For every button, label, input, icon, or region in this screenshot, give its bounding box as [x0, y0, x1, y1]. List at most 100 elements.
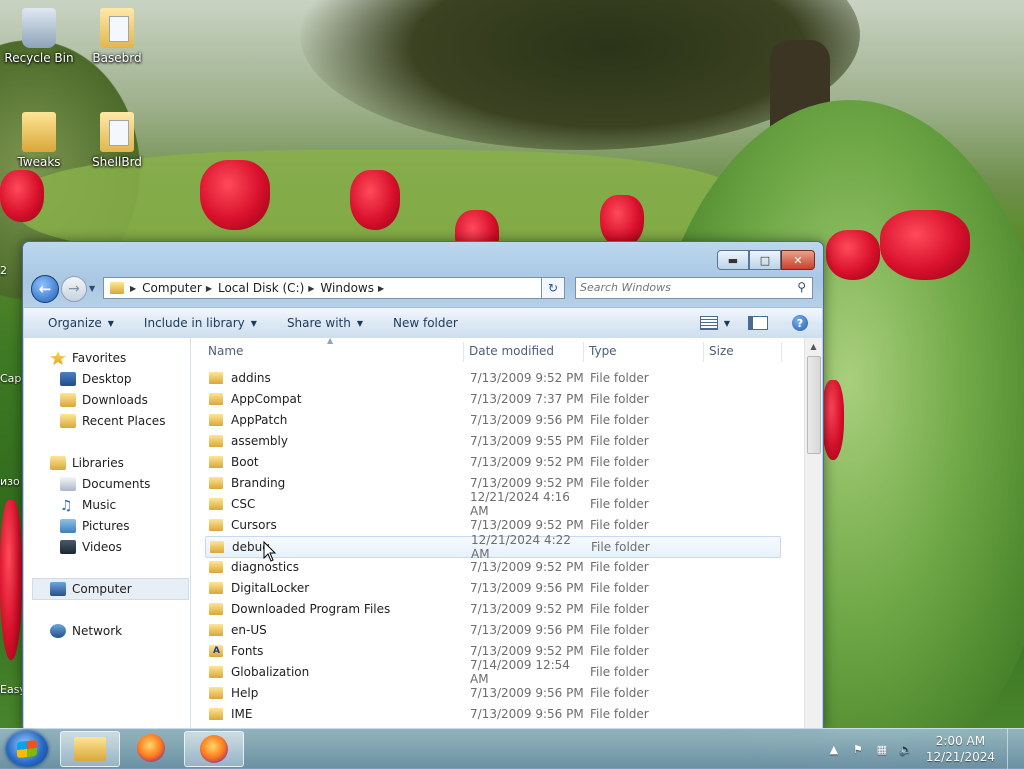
file-row-boot[interactable]: Boot 7/13/2009 9:52 PM File folder: [205, 452, 779, 472]
file-row-diagnostics[interactable]: diagnostics 7/13/2009 9:52 PM File folder: [205, 557, 779, 577]
chevron-right-icon[interactable]: ▶: [130, 284, 136, 293]
file-name: Branding: [231, 476, 286, 490]
volume-muted-icon[interactable]: 🔈: [899, 742, 913, 756]
nav-music[interactable]: ♫ Music: [60, 495, 116, 515]
desktop-icon-recycle-bin[interactable]: Recycle Bin: [4, 8, 74, 65]
include-in-library-button[interactable]: Include in library ▼: [144, 316, 257, 330]
nav-computer[interactable]: Computer: [50, 579, 132, 599]
file-row-cursors[interactable]: Cursors 7/13/2009 9:52 PM File folder: [205, 515, 779, 535]
file-row-appcompat[interactable]: AppCompat 7/13/2009 7:37 PM File folder: [205, 389, 779, 409]
taskbar-explorer-button[interactable]: [60, 731, 120, 767]
help-icon[interactable]: ?: [792, 315, 808, 331]
desktop-icon-basebrd[interactable]: Basebrd: [82, 8, 152, 65]
file-row-globalization[interactable]: Globalization 7/14/2009 12:54 AM File fold…: [205, 658, 779, 686]
clock[interactable]: 2:00 AM 12/21/2024: [926, 733, 995, 765]
preview-pane-icon[interactable]: [748, 316, 768, 330]
nav-documents[interactable]: Documents: [60, 474, 150, 494]
search-icon[interactable]: ⚲: [797, 280, 806, 294]
vertical-scrollbar[interactable]: ▲: [804, 338, 822, 729]
breadcrumb-windows[interactable]: Windows: [320, 281, 374, 295]
taskbar-firefox-button[interactable]: [184, 731, 244, 767]
address-bar[interactable]: ▶ Computer ▶ Local Disk (C:) ▶ Windows ▶…: [103, 277, 565, 299]
back-button[interactable]: ←: [31, 275, 59, 303]
show-hidden-icons-icon[interactable]: ▲: [827, 742, 841, 756]
file-type: File folder: [590, 455, 649, 469]
close-icon: ✕: [793, 253, 803, 267]
desktop-icon-partial[interactable]: Cap: [0, 372, 22, 385]
column-header-size[interactable]: Size: [709, 338, 734, 364]
file-row-debug[interactable]: debug 12/21/2024 4:22 AM File folder: [205, 533, 781, 561]
file-row-ime[interactable]: IME 7/13/2009 9:56 PM File folder: [205, 704, 779, 724]
file-type: File folder: [590, 581, 649, 595]
desktop-icon-tweaks[interactable]: Tweaks: [4, 112, 74, 169]
folder-icon: [209, 372, 223, 384]
file-row-en-us[interactable]: en-US 7/13/2009 9:56 PM File folder: [205, 620, 779, 640]
file-list: ▲ Name Date modified Type Size addins 7/1…: [191, 336, 822, 729]
folder-icon: [209, 582, 223, 594]
column-header-date-modified[interactable]: Date modified: [469, 338, 554, 364]
column-header-type[interactable]: Type: [589, 338, 617, 364]
nav-desktop[interactable]: Desktop: [60, 369, 132, 389]
file-row-assembly[interactable]: assembly 7/13/2009 9:55 PM File folder: [205, 431, 779, 451]
file-row-csc[interactable]: CSC 12/21/2024 4:16 AM File folder: [205, 490, 779, 518]
column-header-name[interactable]: Name: [208, 338, 243, 364]
nav-recent-places[interactable]: Recent Places: [60, 411, 165, 431]
file-date-modified: 7/13/2009 9:56 PM: [470, 413, 584, 427]
file-row-apppatch[interactable]: AppPatch 7/13/2009 9:56 PM File folder: [205, 410, 779, 430]
file-row-help[interactable]: Help 7/13/2009 9:56 PM File folder: [205, 683, 779, 703]
file-name: en-US: [231, 623, 267, 637]
taskbar-firefox-button[interactable]: [122, 731, 180, 765]
view-options-icon[interactable]: [699, 316, 718, 330]
file-row-digitallocker[interactable]: DigitalLocker 7/13/2009 9:56 PM File folde…: [205, 578, 779, 598]
nav-favorites[interactable]: Favorites: [50, 348, 126, 368]
column-divider[interactable]: [463, 342, 464, 362]
organize-button[interactable]: Organize ▼: [48, 316, 114, 330]
nav-network[interactable]: Network: [50, 621, 122, 641]
nav-libraries[interactable]: Libraries: [50, 453, 124, 473]
desktop-icon-partial[interactable]: Easy: [0, 683, 22, 696]
file-type: File folder: [590, 413, 649, 427]
search-box[interactable]: ⚲: [575, 277, 813, 299]
chevron-down-icon[interactable]: ▼: [724, 319, 730, 328]
minimize-button[interactable]: ▬: [717, 250, 749, 270]
desktop-icon-shellbrd[interactable]: ShellBrd: [82, 112, 152, 169]
nav-downloads[interactable]: Downloads: [60, 390, 148, 410]
maximize-button[interactable]: □: [749, 250, 781, 270]
breadcrumb-computer[interactable]: Computer: [142, 281, 202, 295]
refresh-button[interactable]: ↻: [541, 277, 565, 299]
folder-icon: [209, 435, 223, 447]
show-desktop-button[interactable]: [1007, 729, 1020, 769]
share-with-button[interactable]: Share with ▼: [287, 316, 363, 330]
desktop-icon-partial[interactable]: изо: [0, 475, 22, 488]
file-name: Downloaded Program Files: [231, 602, 391, 616]
file-name: Boot: [231, 455, 259, 469]
chevron-right-icon[interactable]: ▶: [308, 284, 314, 293]
desktop-icon-partial[interactable]: 2: [0, 264, 22, 277]
new-folder-button[interactable]: New folder: [393, 316, 458, 330]
nav-videos[interactable]: Videos: [60, 537, 122, 557]
column-divider[interactable]: [703, 342, 704, 362]
scroll-up-icon[interactable]: ▲: [805, 338, 822, 354]
action-center-flag-icon[interactable]: ⚑: [851, 742, 865, 756]
file-row-downloaded-program-files[interactable]: Downloaded Program Files 7/13/2009 9:52 P…: [205, 599, 779, 619]
search-input[interactable]: [576, 278, 780, 296]
nav-label: Favorites: [72, 351, 127, 365]
scroll-thumb[interactable]: [807, 356, 821, 454]
recent-pages-dropdown[interactable]: ▼: [89, 284, 95, 293]
column-divider[interactable]: [781, 342, 782, 362]
file-type: File folder: [590, 518, 649, 532]
forward-button[interactable]: →: [61, 276, 87, 302]
close-button[interactable]: ✕: [781, 250, 815, 270]
column-divider[interactable]: [583, 342, 584, 362]
start-button[interactable]: [6, 731, 48, 767]
chevron-right-icon[interactable]: ▶: [206, 284, 212, 293]
chevron-right-icon[interactable]: ▶: [378, 284, 384, 293]
nav-pictures[interactable]: Pictures: [60, 516, 130, 536]
file-type: File folder: [590, 476, 649, 490]
file-row-addins[interactable]: addins 7/13/2009 9:52 PM File folder: [205, 368, 779, 388]
network-icon[interactable]: ▦: [875, 742, 889, 756]
file-date-modified: 7/14/2009 12:54 AM: [470, 658, 570, 686]
breadcrumb-local-disk[interactable]: Local Disk (C:): [218, 281, 304, 295]
file-date-modified: 7/13/2009 9:56 PM: [470, 623, 584, 637]
nav-label: Documents: [82, 477, 151, 491]
